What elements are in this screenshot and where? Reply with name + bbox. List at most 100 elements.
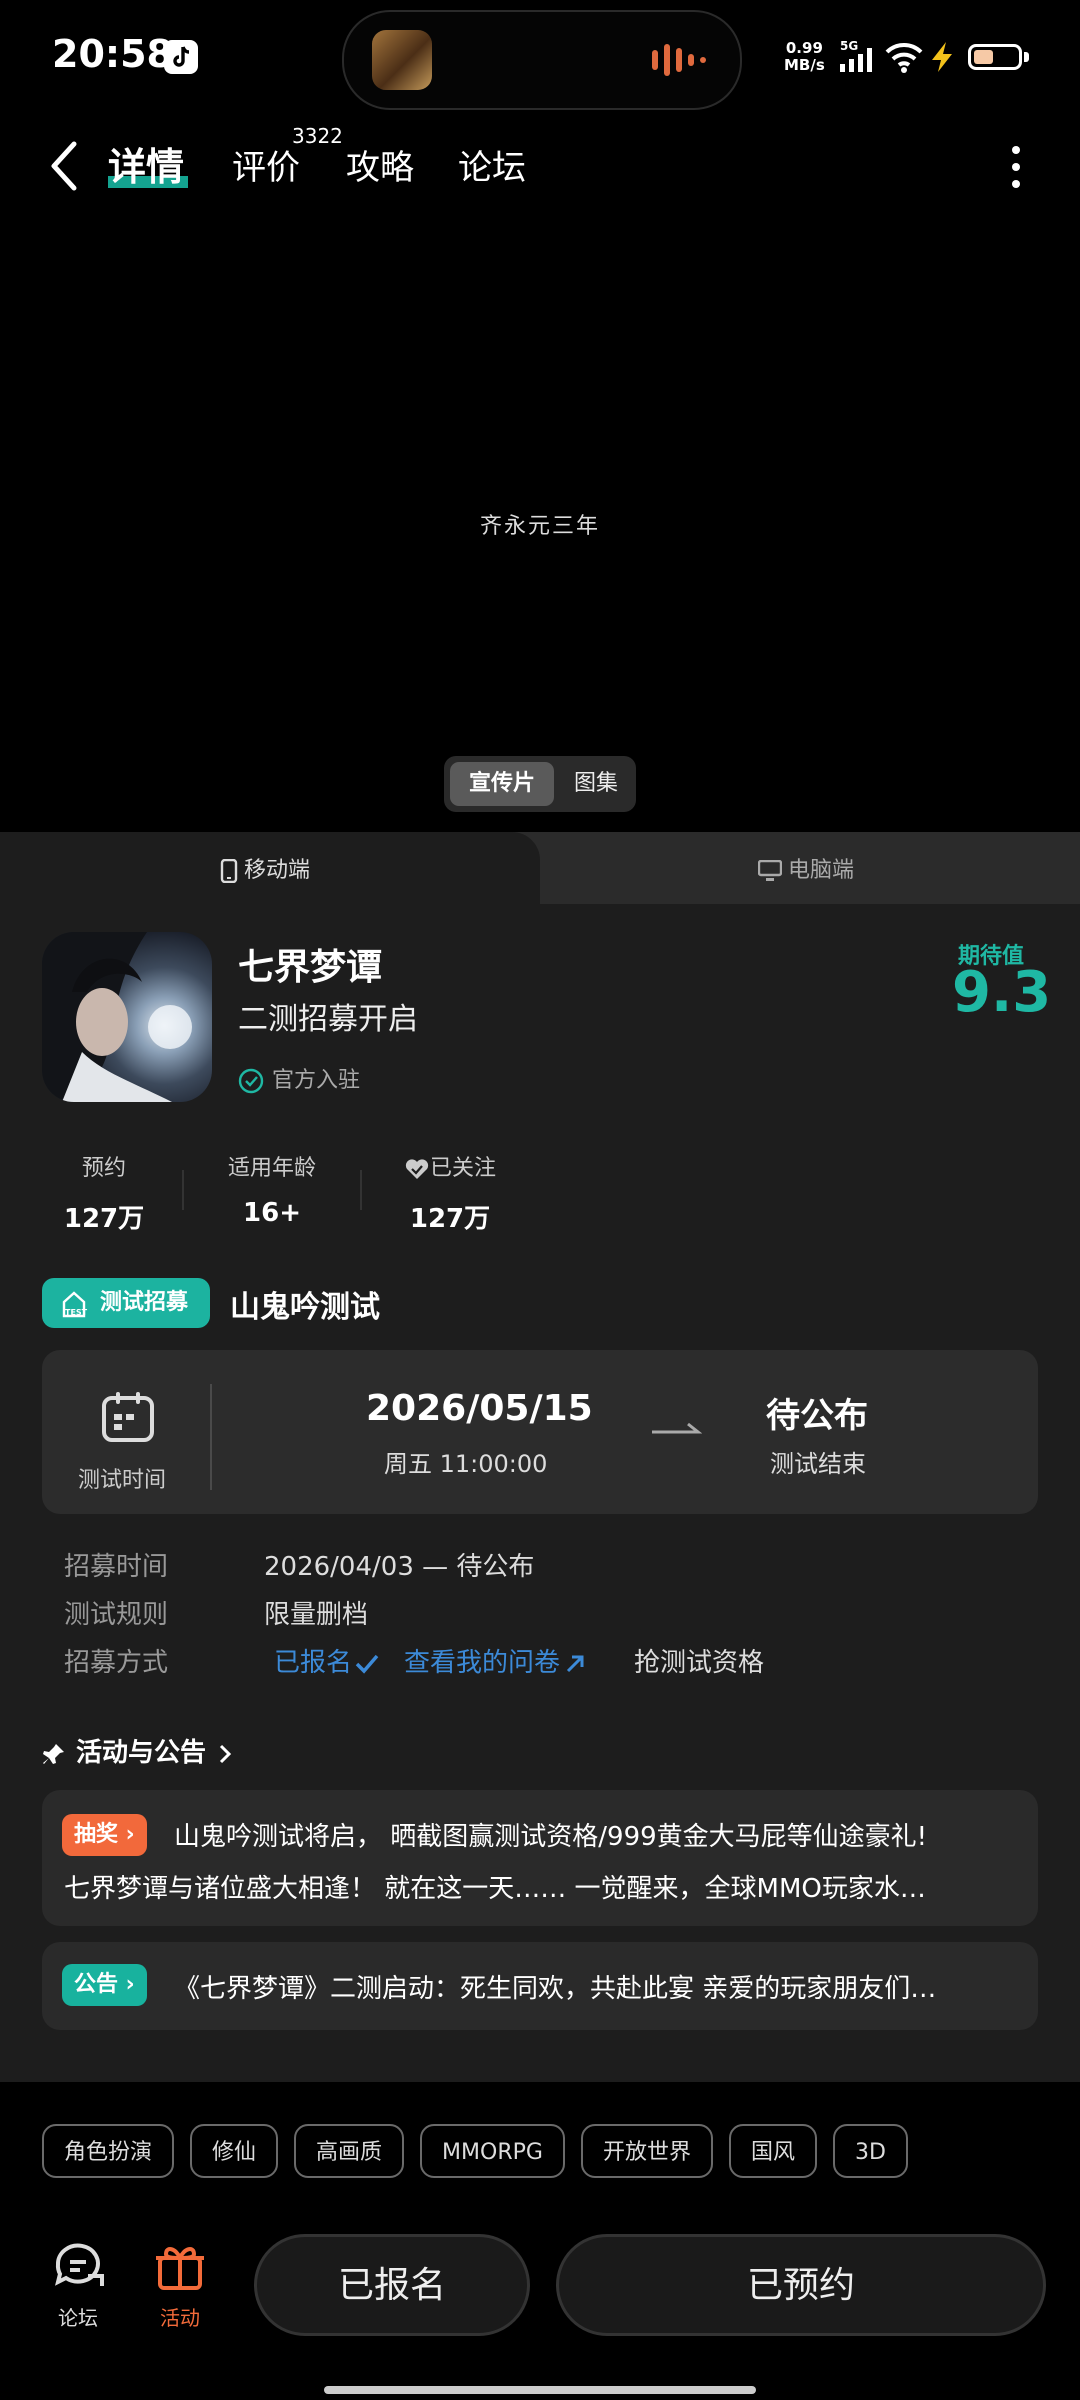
- stat-value: 16+: [243, 1198, 301, 1228]
- checkmark-icon: [355, 1654, 379, 1674]
- recruit-method-label: 招募方式: [64, 1648, 169, 1678]
- stat-reservations: 预约 127万: [54, 1150, 154, 1235]
- lottery-badge: 抽奖 ›: [62, 1814, 147, 1856]
- monitor-icon: [758, 860, 782, 881]
- official-badge: 官方入驻: [238, 1062, 360, 1094]
- activity-label[interactable]: 活动: [160, 2302, 200, 2331]
- activity-text-line2: 七界梦谭与诸位盛大相逢！ 就在这一天…… 一觉醒来，全球MMO玩家水…: [64, 1874, 926, 1904]
- stat-label: 已关注: [388, 1150, 512, 1182]
- calendar-icon: [102, 1392, 154, 1442]
- test-recruit-badge: TEST 测试招募: [42, 1278, 210, 1328]
- view-survey-link[interactable]: 查看我的问卷: [404, 1642, 586, 1679]
- test-time-label: 测试时间: [78, 1468, 167, 1493]
- announcement-text: 《七界梦谭》二测启动：死生同欢，共赴此宴 亲爱的玩家朋友们…: [174, 1974, 937, 2004]
- back-arrow-icon[interactable]: [46, 138, 80, 194]
- expectation-score: 9.3: [952, 960, 1052, 1025]
- stat-label: 预约: [81, 1156, 126, 1181]
- test-end-label: 测试结束: [770, 1450, 866, 1478]
- more-options-icon[interactable]: [1008, 142, 1024, 192]
- video-subtitle: 齐永元三年: [479, 514, 600, 539]
- tag-item[interactable]: 修仙: [190, 2124, 279, 2178]
- arrow-right-icon: [652, 1422, 702, 1434]
- tiktok-icon: [164, 40, 198, 74]
- media-thumbnail: [372, 30, 432, 90]
- test-end-date: 待公布: [766, 1396, 868, 1436]
- dynamic-island[interactable]: [342, 10, 742, 110]
- forum-label[interactable]: 论坛: [58, 2302, 98, 2331]
- reserved-button[interactable]: 已预约: [556, 2234, 1046, 2336]
- game-icon[interactable]: [42, 932, 212, 1102]
- platform-tab-mobile[interactable]: 移动端: [220, 852, 310, 884]
- activity-item[interactable]: 抽奖 › 山鬼吟测试将启， 晒截图赢测试资格/999黄金大马屁等仙途豪礼! 七界…: [42, 1790, 1038, 1926]
- tag-item[interactable]: 国风: [728, 2124, 817, 2178]
- battery-icon: [968, 44, 1022, 70]
- heart-check-icon: [405, 1159, 429, 1179]
- platform-tab-pc[interactable]: 电脑端: [758, 852, 854, 884]
- platform-tabs: 移动端 电脑端: [0, 832, 1080, 904]
- test-rule-value: 限量删档: [264, 1600, 369, 1630]
- stat-age: 适用年龄 16+: [210, 1150, 334, 1228]
- media-tab-gallery[interactable]: 图集: [564, 762, 628, 806]
- game-title: 七界梦谭: [238, 947, 383, 988]
- stat-value: 127万: [63, 1204, 145, 1234]
- check-circle-icon: [238, 1068, 264, 1094]
- tag-item[interactable]: 角色扮演: [42, 2124, 175, 2178]
- card-divider: [210, 1384, 212, 1490]
- test-title: 山鬼吟测试: [230, 1290, 380, 1325]
- tag-item[interactable]: 3D: [832, 2124, 908, 2178]
- stat-followed[interactable]: 已关注 127万: [388, 1150, 512, 1235]
- phone-icon: [220, 859, 238, 883]
- pin-icon: [43, 1743, 64, 1764]
- test-recruit-badge-label: 测试招募: [100, 1290, 189, 1315]
- test-icon: TEST: [62, 1291, 88, 1318]
- announcement-badge: 公告 ›: [62, 1964, 147, 2006]
- home-indicator[interactable]: [324, 2386, 756, 2394]
- stat-label: 适用年龄: [227, 1156, 316, 1181]
- battery-level: [974, 50, 993, 64]
- tab-review[interactable]: 评价: [232, 140, 300, 189]
- bolt-icon: [932, 42, 952, 72]
- tab-guide[interactable]: 攻略: [346, 140, 414, 189]
- recruit-time-value: 2026/04/03 — 待公布: [264, 1552, 535, 1582]
- activities-header[interactable]: 活动与公告: [42, 1732, 234, 1769]
- network-type-label: 5G: [840, 39, 858, 53]
- top-nav: 详情 评价 3322 攻略 论坛: [0, 124, 1080, 200]
- signal-icon: 5G: [840, 39, 872, 72]
- chevron-right-icon: [219, 1744, 232, 1763]
- game-artwork: [42, 932, 192, 1102]
- battery-tip: [1024, 52, 1029, 62]
- wifi-icon: [885, 42, 923, 73]
- clock: 20:58: [52, 32, 173, 76]
- recruit-time-label: 招募时间: [64, 1552, 169, 1582]
- grab-test-qualification[interactable]: 抢测试资格: [634, 1642, 764, 1679]
- test-time-card: 测试时间 2026/05/15 周五 11:00:00 待公布 测试结束: [42, 1350, 1038, 1514]
- tab-forum[interactable]: 论坛: [458, 140, 526, 189]
- signed-up-button[interactable]: 已报名: [254, 2234, 530, 2336]
- status-bar: 20:58 0.99 MB/s 5G: [0, 0, 1080, 118]
- stat-value: 127万: [409, 1204, 491, 1234]
- test-start-time: 周五 11:00:00: [384, 1450, 548, 1478]
- announcement-item[interactable]: 公告 › 《七界梦谭》二测启动：死生同欢，共赴此宴 亲爱的玩家朋友们…: [42, 1942, 1038, 2030]
- tag-item[interactable]: MMORPG: [420, 2124, 565, 2178]
- stat-divider: [360, 1170, 362, 1210]
- tag-list: 角色扮演 修仙 高画质 MMORPG 开放世界 国风 3D: [42, 2124, 908, 2180]
- tab-detail[interactable]: 详情: [108, 136, 184, 191]
- stat-divider: [182, 1170, 184, 1210]
- svg-text:TEST: TEST: [65, 1308, 88, 1317]
- gift-icon[interactable]: [152, 2240, 208, 2292]
- tag-item[interactable]: 高画质: [294, 2124, 405, 2178]
- media-tab-promo[interactable]: 宣传片: [450, 762, 554, 806]
- test-start-date: 2026/05/15: [366, 1388, 593, 1429]
- media-switch: 宣传片 图集: [444, 756, 636, 812]
- net-speed: 0.99 MB/s: [784, 39, 825, 74]
- game-subtitle: 二测招募开启: [238, 1002, 418, 1037]
- signed-up-status: 已报名: [274, 1642, 380, 1679]
- tag-item[interactable]: 开放世界: [580, 2124, 713, 2178]
- test-rule-label: 测试规则: [64, 1600, 169, 1630]
- activity-text-line1: 山鬼吟测试将启， 晒截图赢测试资格/999黄金大马屁等仙途豪礼!: [174, 1822, 928, 1852]
- review-count-badge: 3322: [292, 124, 343, 148]
- detail-panel: 移动端 电脑端 七界梦谭 二测招募开启 官方入驻 期待值 9.3 预约 127万…: [0, 832, 1080, 2082]
- external-arrow-icon: [566, 1655, 584, 1672]
- forum-icon[interactable]: [52, 2240, 108, 2292]
- waveform-icon: [652, 44, 706, 76]
